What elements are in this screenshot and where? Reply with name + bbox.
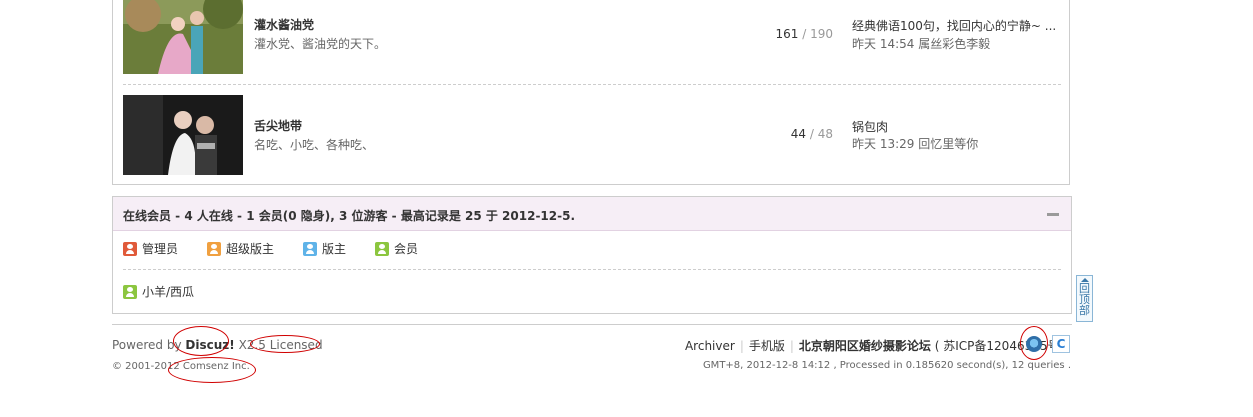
last-post-title[interactable]: 锅包肉: [852, 118, 1064, 135]
forum-stats: 44 / 48: [791, 127, 833, 141]
legend-label: 管理员: [142, 242, 179, 256]
legend-label: 会员: [394, 242, 419, 256]
legend-item-super-moderator: 超级版主: [207, 240, 274, 257]
link-divider: |: [739, 339, 744, 353]
online-members-header: 在线会员 - 4 人在线 - 1 会员(0 隐身), 3 位游客 - 最高记录是…: [113, 197, 1071, 231]
legend-item-admin: 管理员: [123, 240, 178, 257]
annotation-ellipse: [250, 335, 320, 353]
super-moderator-user-icon: [207, 241, 221, 256]
forum-description: 名吃、小吃、各种吃、: [254, 138, 375, 152]
annotation-ellipse: [168, 357, 256, 383]
post-count: 190: [810, 27, 833, 41]
stats-separator: /: [802, 27, 807, 41]
footer-divider: [112, 324, 1072, 325]
online-divider: [123, 269, 1061, 270]
footer-links: Archiver | 手机版 | 北京朝阳区婚纱摄影论坛 ( 苏ICP备12046325…: [685, 337, 1068, 354]
online-member[interactable]: 小羊/西瓜: [123, 283, 194, 300]
forum-thumbnail[interactable]: [123, 0, 243, 74]
legend-item-moderator: 版主: [303, 240, 346, 257]
back-to-top-label: 回顶部: [1079, 282, 1090, 317]
last-post-meta[interactable]: 昨天 14:54 属丝彩色李毅: [852, 35, 990, 52]
archiver-link[interactable]: Archiver: [685, 339, 735, 353]
online-member-name[interactable]: 小羊/西瓜: [142, 283, 194, 300]
stats-separator: /: [809, 127, 814, 141]
legend-label: 超级版主: [226, 242, 275, 256]
thread-count: 161: [775, 27, 799, 41]
forum-name[interactable]: 灌水酱油党: [254, 16, 314, 33]
annotation-ellipse: [173, 326, 229, 356]
legend-label: 版主: [322, 242, 347, 256]
forum-stats: 161 / 190: [775, 27, 833, 41]
annotation-ellipse: [1020, 326, 1048, 360]
cnzz-badge-icon[interactable]: C: [1052, 335, 1070, 353]
processing-info: GMT+8, 2012-12-8 14:12 , Processed in 0.…: [702, 360, 1071, 371]
admin-user-icon: [123, 241, 137, 256]
online-members-panel: 在线会员 - 4 人在线 - 1 会员(0 隐身), 3 位游客 - 最高记录是…: [112, 196, 1072, 314]
last-post-meta[interactable]: 昨天 13:29 回忆里等你: [852, 135, 978, 152]
forum-name[interactable]: 舌尖地带: [254, 117, 302, 134]
collapse-icon[interactable]: [1047, 213, 1059, 216]
link-divider: |: [789, 339, 794, 353]
member-user-icon: [375, 241, 389, 256]
back-to-top-button[interactable]: 回顶部: [1076, 275, 1093, 322]
online-members-title: 在线会员 - 4 人在线 - 1 会员(0 隐身), 3 位游客 - 最高记录是…: [123, 209, 576, 223]
icp-link[interactable]: ( 苏ICP备12046325号 ): [935, 339, 1068, 353]
forum-thumbnail[interactable]: [123, 95, 243, 175]
moderator-user-icon: [303, 241, 317, 256]
thread-count: 44: [790, 127, 807, 141]
member-user-icon: [123, 284, 137, 299]
last-post-title[interactable]: 经典佛语100句，找回内心的宁静~ ...: [852, 17, 1064, 34]
site-name-link[interactable]: 北京朝阳区婚纱摄影论坛: [799, 339, 931, 353]
mobile-link[interactable]: 手机版: [749, 339, 785, 353]
forum-row: 舌尖地带 名吃、小吃、各种吃、 44 / 48 锅包肉 昨天 13:29 回忆里…: [123, 95, 1061, 175]
forum-description: 灌水党、酱油党的天下。: [254, 37, 387, 51]
legend-item-member: 会员: [375, 240, 418, 257]
forum-row: 灌水酱油党 灌水党、酱油党的天下。 161 / 190 经典佛语100句，找回内…: [123, 0, 1061, 74]
post-count: 48: [817, 127, 833, 141]
row-divider: [123, 84, 1061, 85]
powered-prefix: Powered by: [112, 338, 182, 352]
forum-list: 灌水酱油党 灌水党、酱油党的天下。 161 / 190 经典佛语100句，找回内…: [112, 0, 1070, 185]
